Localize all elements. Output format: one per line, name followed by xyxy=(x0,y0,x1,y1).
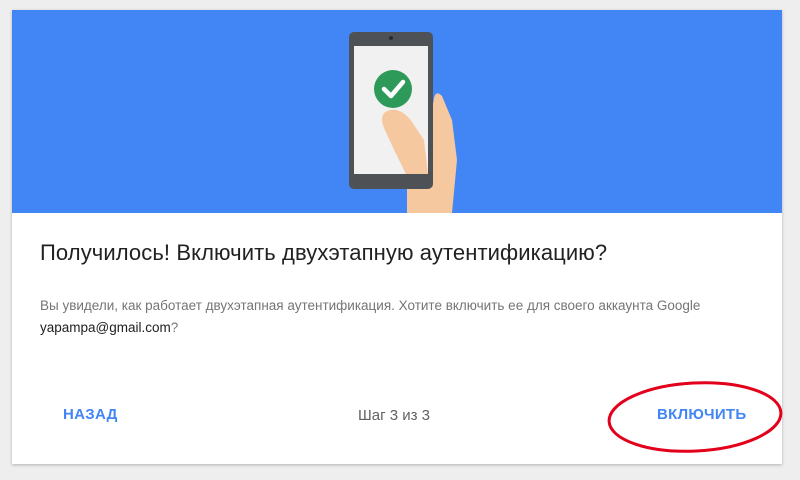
dialog-description: Вы увидели, как работает двухэтапная аут… xyxy=(40,295,760,339)
account-email: yapampa@gmail.com xyxy=(40,320,171,335)
back-button[interactable]: НАЗАД xyxy=(63,406,118,423)
enable-button[interactable]: ВКЛЮЧИТЬ xyxy=(657,406,746,423)
description-text: Вы увидели, как работает двухэтапная аут… xyxy=(40,298,701,313)
dialog-title: Получилось! Включить двухэтапную аутенти… xyxy=(40,240,608,265)
two-step-dialog: Получилось! Включить двухэтапную аутенти… xyxy=(12,10,782,464)
description-end: ? xyxy=(170,320,179,335)
phone-in-hand-illustration xyxy=(12,10,782,213)
hero-banner xyxy=(12,10,782,213)
checkmark-icon xyxy=(374,70,412,108)
step-indicator: Шаг 3 из 3 xyxy=(358,407,431,424)
